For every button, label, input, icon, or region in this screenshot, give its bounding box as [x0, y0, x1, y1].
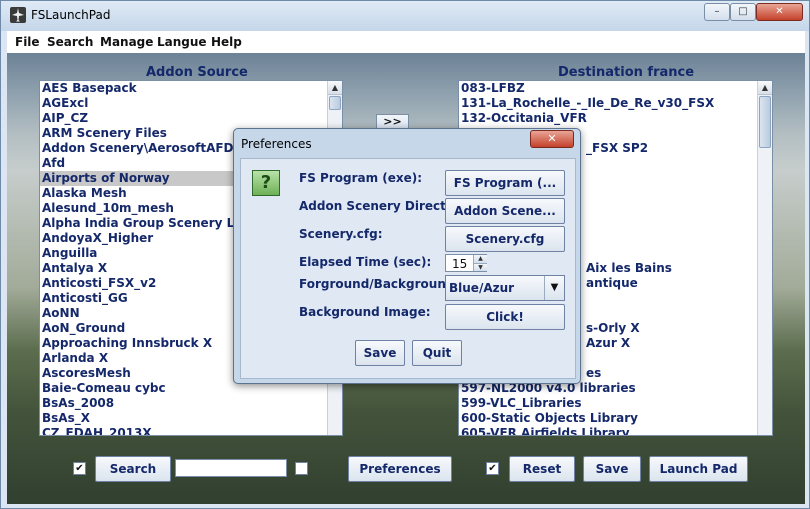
destination-panel-title: Destination france — [558, 65, 695, 80]
airplane-app-icon — [10, 7, 26, 23]
destination-scrollbar[interactable]: ▲ — [757, 81, 772, 435]
dialog-quit-button[interactable]: Quit — [412, 340, 462, 366]
menu-file[interactable]: File — [15, 35, 40, 49]
save-button[interactable]: Save — [583, 456, 641, 482]
source-item[interactable]: CZ_EDAH_2013X — [40, 426, 342, 435]
source-item[interactable]: AIP_CZ — [40, 111, 342, 126]
destination-item[interactable]: es — [584, 366, 772, 381]
search-button[interactable]: Search — [95, 456, 171, 482]
title-bar[interactable]: FSLaunchPad – □ ✕ — [1, 1, 809, 31]
reset-checkbox[interactable]: ✔ — [486, 462, 499, 475]
elapsed-time-value[interactable]: 15 — [452, 257, 467, 271]
question-icon: ? — [252, 170, 280, 196]
option-checkbox[interactable] — [295, 462, 308, 475]
destination-item[interactable]: Aix les Bains — [584, 261, 772, 276]
scroll-thumb[interactable] — [759, 96, 771, 148]
menu-manage[interactable]: Manage — [100, 35, 153, 49]
chevron-down-icon[interactable]: ▼ — [544, 276, 564, 300]
destination-item[interactable]: _FSX SP2 — [584, 141, 772, 156]
source-item[interactable]: AES Basepack — [40, 81, 342, 96]
maximize-button[interactable]: □ — [730, 3, 756, 21]
menu-search[interactable]: Search — [47, 35, 93, 49]
minimize-button[interactable]: – — [704, 3, 730, 21]
background-image-label: Background Image: — [299, 305, 431, 319]
colors-dropdown[interactable]: Blue/Azur ▼ — [445, 275, 565, 301]
spinner-up-icon[interactable]: ▲ — [473, 255, 487, 263]
dialog-save-button[interactable]: Save — [355, 340, 405, 366]
close-window-button[interactable]: ✕ — [756, 3, 803, 21]
colors-label: Forground/Background: — [299, 277, 460, 291]
preferences-button[interactable]: Preferences — [348, 456, 452, 482]
scroll-up-arrow-icon[interactable]: ▲ — [758, 81, 772, 95]
destination-item[interactable]: 083-LFBZ — [459, 81, 749, 96]
scenery-cfg-button[interactable]: Scenery.cfg — [445, 226, 565, 252]
menu-help[interactable]: Help — [211, 35, 242, 49]
source-panel-title: Addon Source — [146, 65, 248, 80]
dialog-title: Preferences — [241, 137, 312, 151]
destination-item[interactable]: 600-Static Objects Library — [459, 411, 749, 426]
elapsed-time-label: Elapsed Time (sec): — [299, 255, 432, 269]
destination-item[interactable]: 599-VLC_Libraries — [459, 396, 749, 411]
dialog-body: ? FS Program (exe): FS Program (... Addo… — [240, 158, 576, 379]
launch-pad-button[interactable]: Launch Pad — [649, 456, 748, 482]
scenery-cfg-label: Scenery.cfg: — [299, 227, 383, 241]
elapsed-time-spinner[interactable]: 15 ▲ ▼ — [445, 254, 487, 272]
spinner-down-icon[interactable]: ▼ — [473, 263, 487, 271]
preferences-dialog: Preferences ✕ ? FS Program (exe): FS Pro… — [233, 128, 581, 384]
scroll-up-arrow-icon[interactable]: ▲ — [328, 81, 342, 95]
fs-program-label: FS Program (exe): — [299, 171, 423, 185]
source-item[interactable]: AGExcl — [40, 96, 342, 111]
reset-button[interactable]: Reset — [509, 456, 575, 482]
source-item[interactable]: BsAs_X — [40, 411, 342, 426]
background-image-button[interactable]: Click! — [445, 304, 565, 330]
search-checkbox[interactable]: ✔ — [73, 462, 86, 475]
menu-bar: File Search Manage Langue Help — [7, 31, 805, 53]
destination-item[interactable]: 132-Occitania_VFR — [459, 111, 749, 126]
destination-item[interactable]: s-Orly X — [584, 321, 772, 336]
window-title: FSLaunchPad — [31, 8, 111, 22]
menu-langue[interactable]: Langue — [157, 35, 207, 49]
destination-item[interactable]: Azur X — [584, 336, 772, 351]
destination-item[interactable]: 131-La_Rochelle_-_Ile_De_Re_v30_FSX — [459, 96, 749, 111]
dialog-close-button[interactable]: ✕ — [530, 130, 574, 148]
source-item[interactable]: BsAs_2008 — [40, 396, 342, 411]
scroll-thumb[interactable] — [329, 96, 341, 110]
destination-item[interactable]: 605-VFR Airfields Library — [459, 426, 749, 435]
search-input[interactable] — [175, 459, 287, 477]
main-window: FSLaunchPad – □ ✕ File Search Manage Lan… — [0, 0, 810, 509]
addon-directory-button[interactable]: Addon Scene... — [445, 198, 565, 224]
destination-item[interactable]: antique — [584, 276, 772, 291]
fs-program-button[interactable]: FS Program (... — [445, 170, 565, 196]
colors-selected-value: Blue/Azur — [449, 281, 515, 295]
